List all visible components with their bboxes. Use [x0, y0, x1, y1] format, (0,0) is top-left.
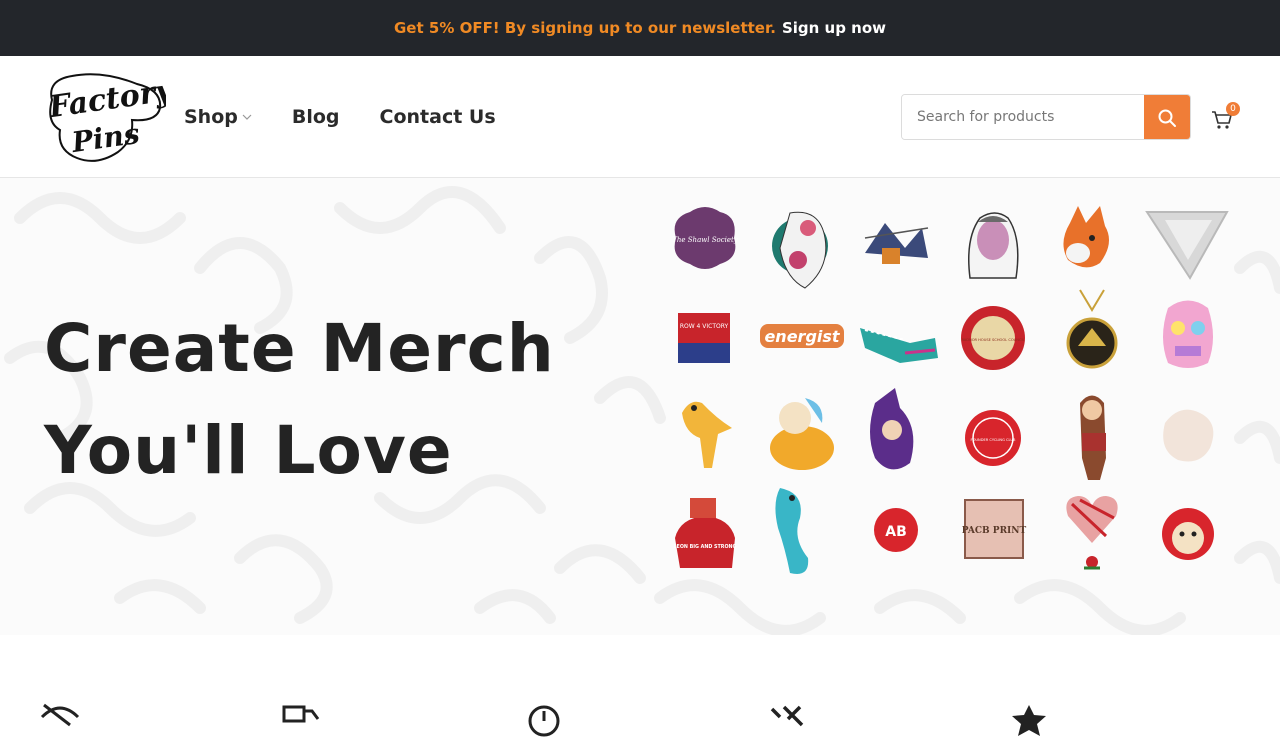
factory-pins-logo[interactable]: Factory Pins	[42, 70, 166, 164]
search-icon	[1158, 109, 1176, 127]
witch-girl-pin	[870, 388, 914, 470]
ab-badge-pin: AB	[874, 508, 918, 552]
crocodile-pin	[860, 328, 938, 363]
blank-white-pin	[1163, 409, 1214, 462]
nav-blog-label: Blog	[291, 106, 340, 128]
search-form	[901, 94, 1191, 140]
leon-pin-text: LEON BIG AND STRONG	[674, 544, 737, 550]
v-logo-pin	[1145, 211, 1229, 280]
lumberjack-pin	[1080, 395, 1106, 480]
hero-heading-line2: You'll Love	[44, 412, 453, 489]
signup-link[interactable]: Sign up now	[782, 19, 886, 37]
features-strip	[0, 635, 1280, 737]
monkey-mascot-pin	[1162, 508, 1214, 560]
pacb-print-pin: PACB PRINT	[962, 499, 1027, 559]
nav-blog[interactable]: Blog	[292, 106, 340, 128]
seahorse-pin	[775, 488, 809, 574]
chevron-down-icon	[242, 114, 252, 120]
radnor-house-pin: RADNOR HOUSE SCHOOL COUNCIL	[961, 306, 1025, 370]
nav-shop-label: Shop	[184, 106, 238, 128]
search-input[interactable]	[902, 95, 1144, 139]
clock-icon	[528, 705, 560, 737]
portrait-man-pin	[968, 212, 1019, 279]
nav-contact-label: Contact Us	[379, 106, 496, 128]
cable-car-pin	[864, 223, 929, 264]
delivery-truck-icon	[282, 705, 320, 723]
nav-shop[interactable]: Shop	[184, 106, 252, 128]
founder-pin-text: FOUNDER CYCLING CLUB	[971, 438, 1016, 442]
radnor-pin-text: RADNOR HOUSE SCHOOL COUNCIL	[961, 338, 1024, 342]
row4-pin-text: ROW 4 VICTORY	[680, 323, 729, 330]
energist-pin-text: energist	[764, 327, 840, 346]
shawl-pin-text: The Shawl Society	[672, 236, 739, 244]
nav-contact[interactable]: Contact Us	[380, 106, 496, 128]
fox-rabbit-pin	[1063, 206, 1109, 268]
energist-pin: energist	[760, 324, 844, 348]
leon-big-and-strong-pin: LEON BIG AND STRONG	[674, 498, 737, 568]
sleeping-character-pin	[770, 398, 834, 470]
roadrunner-pin	[682, 401, 732, 468]
gold-pendant-pin	[1066, 289, 1118, 369]
candy-heart-pin	[1066, 496, 1118, 570]
promo-text: Get 5% OFF! By signing up to our newslet…	[394, 19, 776, 37]
row4-victory-pin: ROW 4 VICTORY	[678, 313, 730, 363]
hero-heading: Create Merch You'll Love	[44, 298, 555, 502]
tools-icon	[770, 705, 804, 727]
crane-flower-pin	[772, 211, 828, 289]
star-icon	[1012, 705, 1046, 736]
site-header: Factory Pins Shop Blog Contact Us 0	[0, 56, 1280, 178]
owl-pin	[1163, 300, 1213, 368]
no-eye-icon	[40, 703, 80, 727]
shawl-society-pin: The Shawl Society	[672, 207, 739, 269]
pacb-pin-text: PACB PRINT	[962, 526, 1027, 536]
hero-banner: Create Merch You'll Love The Shawl Socie…	[0, 178, 1280, 635]
ab-pin-text: AB	[885, 524, 907, 540]
search-button[interactable]	[1144, 95, 1190, 139]
main-nav: Shop Blog Contact Us	[184, 56, 536, 178]
cart-count-badge: 0	[1226, 102, 1240, 116]
promo-bar: Get 5% OFF! By signing up to our newslet…	[0, 0, 1280, 56]
founder-cycling-club-pin: FOUNDER CYCLING CLUB	[965, 410, 1021, 466]
enamel-pins-collage: The Shawl Society ROW 4 VICTORY energist…	[672, 206, 1229, 574]
hero-heading-line1: Create Merch	[44, 310, 555, 387]
cart-button[interactable]: 0	[1210, 102, 1240, 136]
